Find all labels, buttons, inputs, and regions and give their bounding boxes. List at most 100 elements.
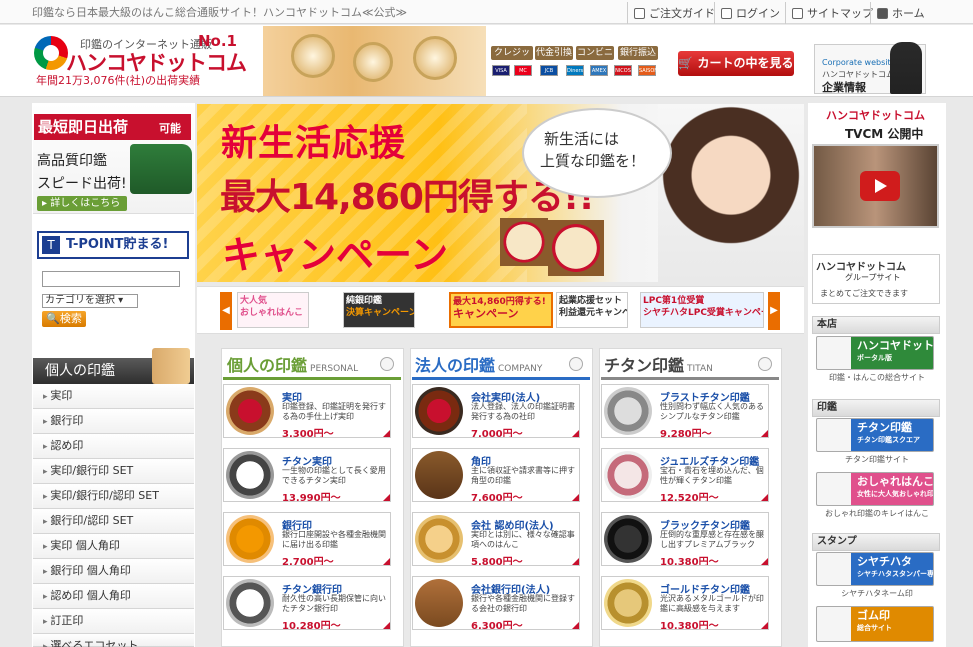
product-image (415, 579, 463, 627)
product-image (226, 451, 274, 499)
view-cart-button[interactable]: 🛒 カートの中を見る (678, 51, 794, 76)
column-accent-bar (601, 377, 779, 380)
product-image (604, 451, 652, 499)
nav-login[interactable]: ログイン (714, 2, 786, 24)
group-logo: ハンコヤドットコム (816, 262, 906, 273)
hero-campaign: キャンペーン (222, 233, 449, 277)
category-item[interactable]: 選べるエコセット (33, 634, 194, 647)
prev-arrow-icon[interactable]: ◀ (220, 292, 232, 330)
right-banner[interactable]: シヤチハタシヤチハタスタンパー専門店 (816, 552, 934, 586)
right-caption: 印鑑・はんこの総合サイト (829, 373, 925, 382)
product-card[interactable]: ブラックチタン印鑑 圧倒的な重厚感と存在感を醸し出すプレミアムブラック 10,380… (601, 512, 769, 566)
campaign-thumb[interactable]: 純銀印鑑 決算キャンペーン (343, 292, 415, 328)
campaign-thumb-active[interactable]: 最大14,860円得する! キャンペーン (449, 292, 553, 328)
hero-title: 新生活応援 (221, 123, 407, 164)
category-item[interactable]: 銀行印 (33, 409, 194, 434)
product-card[interactable]: ブラストチタン印鑑 性別問わず幅広く人気のあるシンプルなチタン印鑑 9,280円〜 (601, 384, 769, 438)
campaign-thumb[interactable]: 大人気 おしゃれはんこ (237, 292, 309, 328)
product-card[interactable]: 角印 主に領収証や請求書等に押す角型の印鑑 7,600円〜 (412, 448, 580, 502)
product-card[interactable]: 実印 印鑑登録、印鑑証明を発行する為の手仕上げ実印 3,300円〜 (223, 384, 391, 438)
next-arrow-icon[interactable]: ▶ (768, 292, 780, 330)
play-icon[interactable] (860, 171, 900, 201)
corner-arrow-icon (383, 622, 390, 629)
lock-icon (721, 7, 732, 19)
column-title-text: 法人の印鑑 (415, 356, 496, 375)
product-desc: 印鑑登録、印鑑証明を発行する為の手仕上げ実印 (282, 402, 386, 421)
right-banner-sub: 総合サイト (857, 624, 892, 632)
right-caption: チタン印鑑サイト (845, 455, 909, 464)
category-heading-image (152, 348, 190, 384)
category-item[interactable]: 銀行印/認印 SET (33, 509, 194, 534)
product-card[interactable]: 会社 認め印(法人) 実印とは別に、様々な確認事項へのはんこ 5,800円〜 (412, 512, 580, 566)
category-item[interactable]: 認め印 (33, 434, 194, 459)
nav-label: サイトマップ (807, 7, 873, 20)
nav-home[interactable]: ホーム (870, 2, 931, 24)
nav-label: ログイン (736, 7, 780, 20)
product-card[interactable]: チタン実印 一生物の印鑑として長く愛用できるチタン実印 13,990円〜 (223, 448, 391, 502)
saison-icon: SAISON (638, 65, 658, 76)
right-section-head: スタンプ (812, 533, 940, 551)
details-button[interactable]: ▸ 詳しくはこちら (37, 196, 127, 211)
right-banner-title: シヤチハタ (857, 555, 912, 568)
logo-mark[interactable] (34, 36, 68, 70)
category-item[interactable]: 訂正印 (33, 609, 194, 634)
home-icon (877, 7, 888, 19)
nav-label: ご注文ガイド (649, 7, 715, 20)
collapse-icon[interactable] (758, 357, 772, 371)
category-item[interactable]: 銀行印 個人角印 (33, 559, 194, 584)
hero-seal-image (500, 218, 548, 266)
category-item[interactable]: 認め印 個人角印 (33, 584, 194, 609)
column-eng: TITAN (687, 364, 713, 374)
product-price: 10,380円〜 (660, 557, 719, 566)
collapse-icon[interactable] (380, 357, 394, 371)
product-card[interactable]: ゴールドチタン印鑑 光沢あるメタルゴールドが印鑑に高級感を与えます 10,380円〜 (601, 576, 769, 630)
nav-order-guide[interactable]: ご注文ガイド (627, 2, 721, 24)
tpoint-logo-icon: T (42, 236, 60, 254)
product-card[interactable]: 会社銀行印(法人) 銀行や各種金融機関に登録する会社の銀行印 6,300円〜 (412, 576, 580, 630)
category-item[interactable]: 実印 (33, 384, 194, 409)
search-input[interactable] (42, 271, 180, 287)
product-price: 6,300円〜 (471, 621, 523, 630)
collapse-icon[interactable] (569, 357, 583, 371)
header-stamp-image (263, 26, 486, 96)
payment-tag: クレジット (491, 46, 533, 72)
corner-arrow-icon (383, 430, 390, 437)
search-button[interactable]: 🔍検索 (42, 311, 86, 327)
product-card[interactable]: チタン銀行印 耐久性の高い長期保管に向いたチタン銀行印 10,280円〜 (223, 576, 391, 630)
right-banner-title: ゴム印 (857, 609, 890, 622)
category-item[interactable]: 実印/銀行印 SET (33, 459, 194, 484)
group-title: グループサイト (845, 273, 901, 282)
category-select[interactable]: カテゴリを選択 ▾ (42, 294, 138, 308)
visa-icon: VISA (492, 65, 510, 76)
category-select-value: カテゴリを選択 (45, 295, 115, 306)
right-banner[interactable]: ゴム印 総合サイト (816, 606, 934, 642)
thumb-label: 純銀印鑑 (346, 296, 383, 306)
thumb-label: LPC第1位受賞 (643, 296, 705, 306)
product-desc: 主に領収証や請求書等に押す角型の印鑑 (471, 466, 575, 485)
corner-arrow-icon (572, 558, 579, 565)
campaign-thumb[interactable]: LPC第1位受賞シヤチハタLPC受賞キャンペーン (640, 292, 764, 328)
right-banner[interactable]: ハンコヤドットコムポータル版 (816, 336, 934, 370)
right-section-head: 本店 (812, 316, 940, 334)
right-banner-title: ハンコヤドットコム (857, 339, 934, 352)
right-banner[interactable]: おしゃれはんこ 女性に大人気おしゃれ印鑑 (816, 472, 934, 506)
thumb-sub: シヤチハタLPC受賞キャンペーン (643, 308, 763, 318)
details-label: 詳しくはこちら (50, 198, 121, 209)
right-banner-sub: 女性に大人気おしゃれ印鑑 (857, 490, 934, 498)
product-desc: 銀行や各種金融機関に登録する会社の銀行印 (471, 594, 575, 613)
payment-tag: 銀行振込 (618, 46, 658, 60)
product-card[interactable]: 会社実印(法人) 法人登録、法人の印鑑証明書発行する為の社印 7,000円〜 (412, 384, 580, 438)
truck-icon (130, 144, 192, 194)
product-price: 5,800円〜 (471, 557, 523, 566)
tv-logo: ハンコヤドットコム (826, 109, 925, 122)
right-banner[interactable]: チタン印鑑 チタン印鑑スクエア (816, 418, 934, 452)
nav-sitemap[interactable]: サイトマップ (785, 2, 879, 24)
product-card[interactable]: 銀行印 銀行口座開設や各種金融機関に届け出る印鑑 2,700円〜 (223, 512, 391, 566)
product-image (226, 387, 274, 435)
product-desc: 圧倒的な重厚感と存在感を醸し出すプレミアムブラック (660, 530, 764, 549)
product-card[interactable]: ジュエルズチタン印鑑 宝石・貴石を埋め込んだ、個性が輝くチタン印鑑 12,520円〜 (601, 448, 769, 502)
diners-icon: Diners (566, 65, 584, 76)
campaign-thumb[interactable]: 起業応援セット利益還元キャンペーン (556, 292, 628, 328)
category-item[interactable]: 実印 個人角印 (33, 534, 194, 559)
category-item[interactable]: 実印/銀行印/認印 SET (33, 484, 194, 509)
